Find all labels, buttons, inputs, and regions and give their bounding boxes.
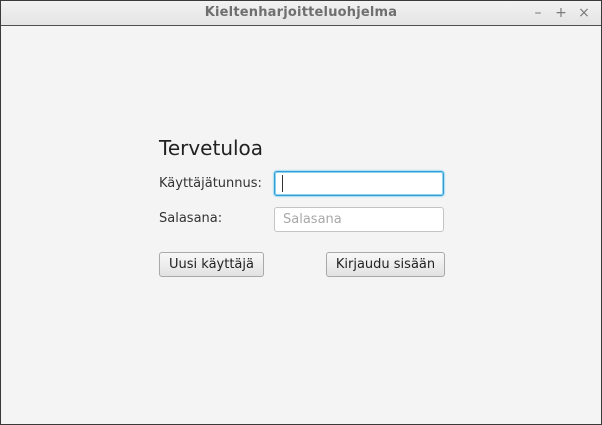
login-form: Tervetuloa Käyttäjätunnus: Salasana: Uus… bbox=[1, 26, 601, 424]
login-button[interactable]: Kirjaudu sisään bbox=[326, 252, 445, 277]
text-caret bbox=[282, 175, 283, 192]
username-label: Käyttäjätunnus: bbox=[159, 176, 262, 191]
app-window: Kieltenharjoitteluohjelma – + × Tervetul… bbox=[0, 0, 602, 425]
password-input[interactable] bbox=[274, 207, 444, 232]
window-title: Kieltenharjoitteluohjelma bbox=[204, 5, 398, 20]
new-user-button[interactable]: Uusi käyttäjä bbox=[159, 252, 264, 277]
maximize-icon[interactable]: + bbox=[554, 5, 568, 21]
username-input[interactable] bbox=[274, 171, 444, 196]
title-bar[interactable]: Kieltenharjoitteluohjelma – + × bbox=[1, 1, 601, 26]
minimize-icon[interactable]: – bbox=[531, 5, 545, 21]
password-label: Salasana: bbox=[159, 211, 223, 226]
close-icon[interactable]: × bbox=[577, 5, 591, 21]
page-title: Tervetuloa bbox=[159, 136, 264, 160]
